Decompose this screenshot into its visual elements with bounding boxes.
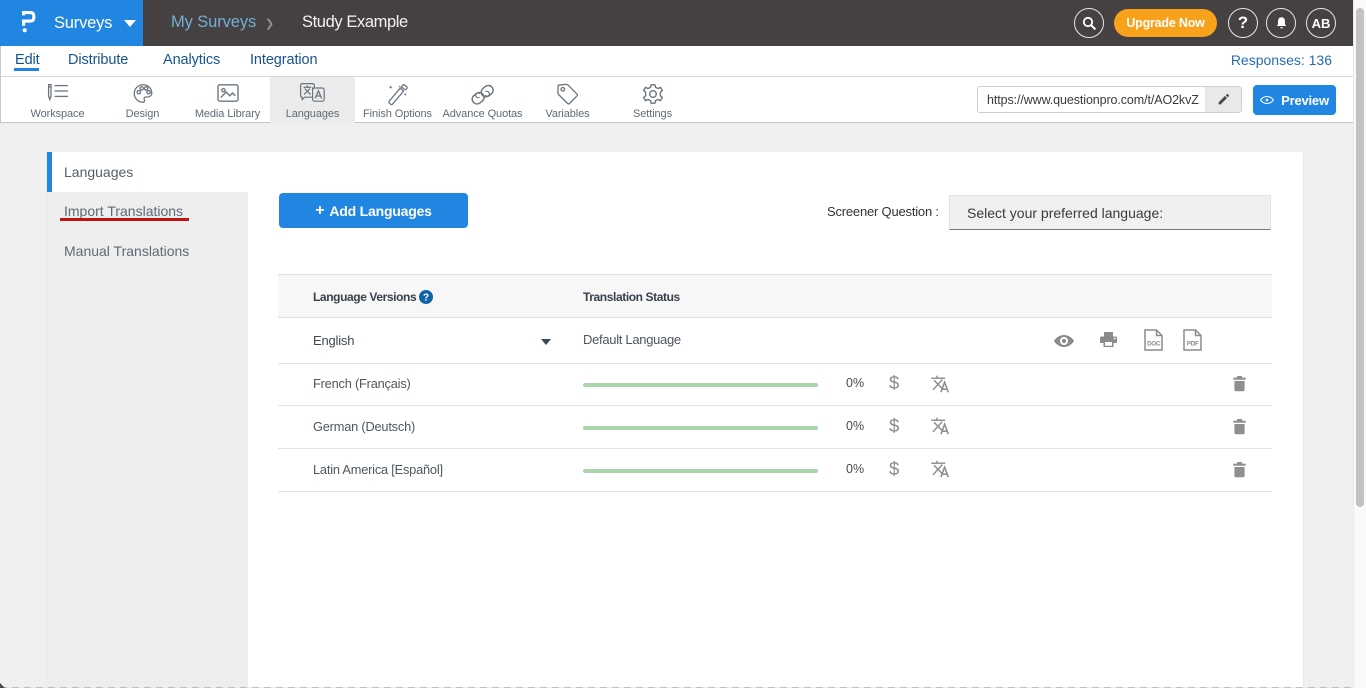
- svg-text:DOC: DOC: [1147, 341, 1161, 348]
- svg-text:PDF: PDF: [1187, 341, 1199, 348]
- svg-text:?: ?: [423, 293, 429, 304]
